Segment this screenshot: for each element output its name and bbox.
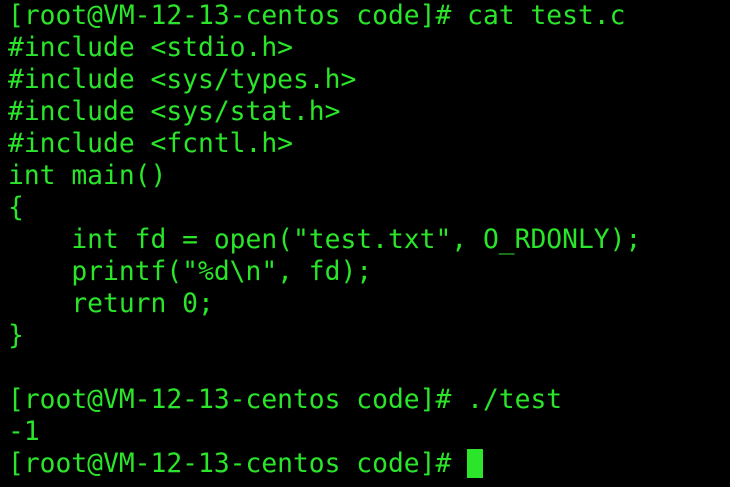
terminal-output: [root@VM-12-13-centos code]# cat test.c … — [8, 0, 730, 480]
shell-prompt: [root@VM-12-13-centos code]# — [8, 449, 452, 479]
code-line-close-brace: } — [8, 321, 24, 351]
output-line-program-result: -1 — [8, 417, 40, 447]
output-line-command-run: [root@VM-12-13-centos code]# ./test — [8, 385, 563, 415]
code-line-include-fcntl: #include <fcntl.h> — [8, 129, 293, 159]
output-line-command-cat: [root@VM-12-13-centos code]# cat test.c — [8, 1, 626, 31]
terminal-window[interactable]: [root@VM-12-13-centos code]# cat test.c … — [0, 0, 730, 487]
output-line-blank — [8, 352, 730, 384]
code-line-include-stdio: #include <stdio.h> — [8, 33, 293, 63]
code-line-main-signature: int main() — [8, 161, 167, 191]
code-line-open-brace: { — [8, 193, 24, 223]
code-line-include-types: #include <sys/types.h> — [8, 65, 357, 95]
code-line-open-call: int fd = open("test.txt", O_RDONLY); — [8, 225, 642, 255]
prompt-line[interactable]: [root@VM-12-13-centos code]# — [8, 448, 730, 480]
code-line-printf: printf("%d\n", fd); — [8, 257, 373, 287]
code-line-return: return 0; — [8, 289, 214, 319]
code-line-include-stat: #include <sys/stat.h> — [8, 97, 341, 127]
block-cursor-icon — [467, 449, 484, 478]
